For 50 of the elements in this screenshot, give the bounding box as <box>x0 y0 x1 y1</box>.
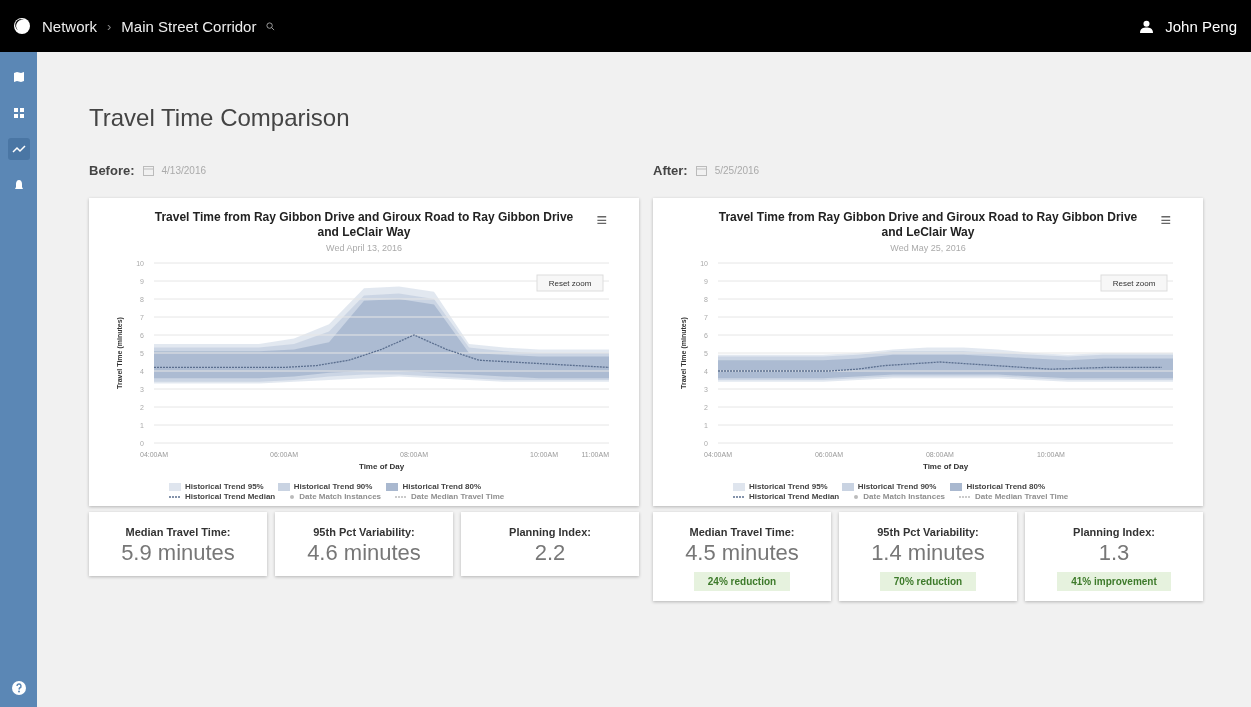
user-icon <box>1140 19 1154 33</box>
stat-value: 2.2 <box>534 540 566 566</box>
chart-title: Travel Time from Ray Gibbon Drive and Giroux Road to Ray Gibbon Drive and LeClair Way <box>153 210 575 240</box>
breadcrumb-separator: › <box>107 18 112 34</box>
reset-zoom-button[interactable]: Reset zoom <box>1100 274 1168 292</box>
stat-value: 1.3 <box>1098 540 1130 566</box>
chart-subtitle: Wed May 25, 2016 <box>890 243 966 253</box>
change-badge: 70% reduction <box>879 572 977 591</box>
legend-item[interactable]: Historical Trend Median <box>749 492 840 501</box>
stat-value: 1.4 minutes <box>871 540 985 566</box>
chart-subtitle: Wed April 13, 2016 <box>326 243 402 253</box>
legend-line-icon <box>959 494 972 499</box>
breadcrumb-link[interactable]: Network <box>42 17 97 35</box>
legend-line-icon <box>395 494 408 499</box>
axis-title: Time of Day <box>922 462 969 471</box>
legend-item[interactable]: Historical Trend 80% <box>402 482 482 491</box>
legend-item[interactable]: Historical Trend 95% <box>185 482 264 491</box>
reset-zoom-button[interactable]: Reset zoom <box>536 274 604 292</box>
legend-line-icon <box>733 494 745 499</box>
change-badge: 41% improvement <box>1057 572 1171 591</box>
chart-title: Travel Time from Ray Gibbon Drive and Giroux Road to Ray Gibbon Drive and LeClair Way <box>717 210 1139 240</box>
page-title: Travel Time Comparison <box>89 104 351 132</box>
logo-icon[interactable] <box>12 16 32 36</box>
stat-label: Planning Index: <box>1073 526 1155 538</box>
stat-value: 5.9 minutes <box>121 540 235 566</box>
date-label: Before: <box>89 162 135 178</box>
menu-icon[interactable]: ≡ <box>1160 210 1171 231</box>
change-badge: 24% reduction <box>693 572 791 591</box>
stat-label: Median Travel Time: <box>125 526 231 538</box>
user-name[interactable]: John Peng <box>1165 17 1237 35</box>
menu-icon[interactable]: ≡ <box>596 210 607 231</box>
breadcrumb-current: Main Street Corridor <box>121 17 257 35</box>
legend-item[interactable]: Historical Trend Median <box>185 492 276 501</box>
stat-value: 4.5 minutes <box>685 540 799 566</box>
legend-item[interactable]: Historical Trend 90% <box>293 482 373 491</box>
legend-line-icon <box>169 494 181 499</box>
help-icon[interactable] <box>11 681 26 695</box>
stat-value: 4.6 minutes <box>307 540 421 566</box>
legend-item[interactable]: Historical Trend 90% <box>857 482 937 491</box>
stat-label: 95th Pct Variability: <box>877 526 979 538</box>
stat-label: 95th Pct Variability: <box>313 526 415 538</box>
legend-dot-icon <box>853 493 860 500</box>
legend-item[interactable]: Historical Trend 80% <box>966 482 1046 491</box>
stat-label: Planning Index: <box>509 526 591 538</box>
search-icon[interactable] <box>266 21 276 31</box>
axis-title: Time of Day <box>358 462 405 471</box>
date-label: After: <box>653 162 688 178</box>
stat-label: Median Travel Time: <box>689 526 795 538</box>
legend-item[interactable]: Historical Trend 95% <box>749 482 828 491</box>
legend-dot-icon <box>289 493 296 500</box>
